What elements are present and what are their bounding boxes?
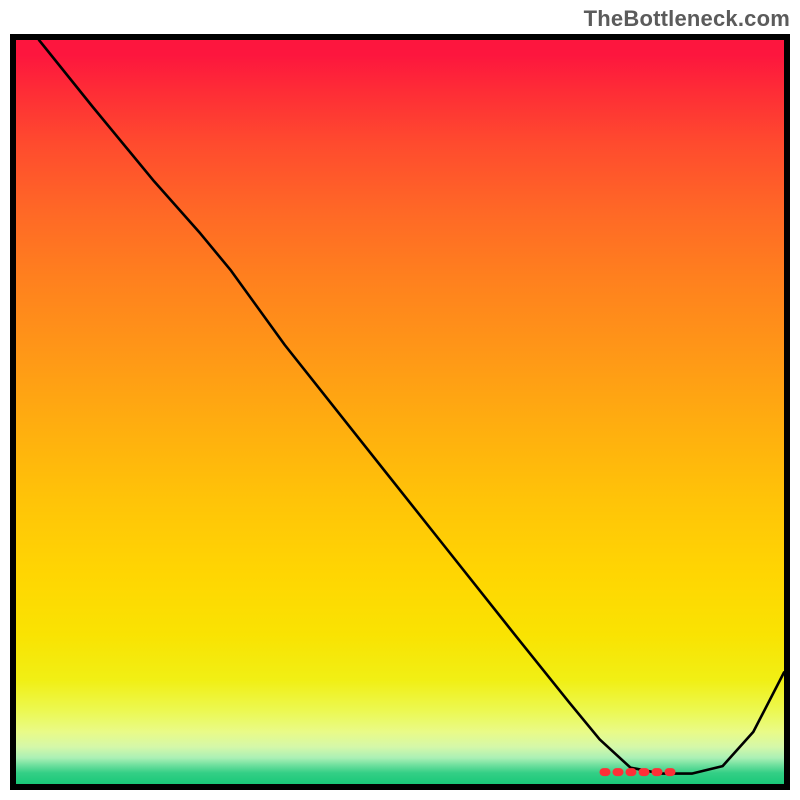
attribution-text: TheBottleneck.com	[584, 6, 790, 32]
chart-line	[39, 40, 784, 774]
chart-plot	[16, 40, 784, 784]
chart-frame	[10, 34, 790, 790]
chart-container: TheBottleneck.com	[0, 0, 800, 800]
